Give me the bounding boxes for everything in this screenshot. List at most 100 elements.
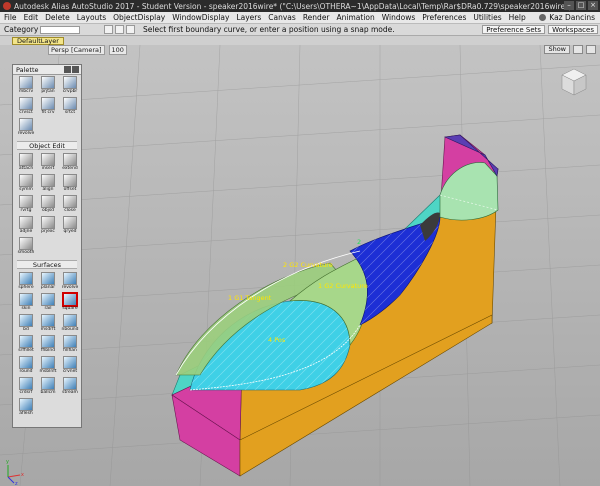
tool-crvpbr[interactable]: crvpbr [60,76,80,96]
pick-object-icon[interactable] [104,25,113,34]
category-label: Category [4,25,39,34]
menu-objectdisplay[interactable]: ObjectDisplay [113,13,165,22]
tool-prjexc[interactable]: prjexc [38,216,58,236]
menu-render[interactable]: Render [303,13,330,22]
tool-skin[interactable]: skin [16,293,36,313]
edit-icon [41,216,55,229]
tool-extend[interactable]: extend [60,153,80,173]
layer-tab-default[interactable]: DefaultLayer [12,36,64,45]
menu-layouts[interactable]: Layouts [77,13,106,22]
tool-attach[interactable]: attach [16,153,36,173]
menu-windows[interactable]: Windows [382,13,415,22]
menu-edit[interactable]: Edit [24,13,39,22]
tool-adjne[interactable]: adjne [16,216,36,236]
tool-sphere[interactable]: sphere [16,272,36,292]
preference-sets-button[interactable]: Preference Sets [482,25,546,34]
tool-objsd[interactable]: objsd [38,195,58,215]
edit-icon [41,195,55,208]
edit-icon [63,216,77,229]
menu-animation[interactable]: Animation [337,13,375,22]
annotation-g1-tangent: 1 G1 Tangent [228,294,272,302]
menu-preferences[interactable]: Preferences [422,13,466,22]
curve-icon [41,76,55,89]
menu-file[interactable]: File [4,13,17,22]
surface-icon [41,356,55,369]
menu-utilities[interactable]: Utilities [473,13,501,22]
palette-surfaces-grid: sphere planar revolve skin rail square b… [13,271,81,419]
tool-fillflan[interactable]: fillflan [60,335,80,355]
tool-qryed[interactable]: qryed [60,216,80,236]
tool-crvsct[interactable]: crvsct [16,97,36,117]
tool-bd[interactable]: bd [16,314,36,334]
layer-bar: DefaultLayer [0,36,600,45]
tool-fflblnd[interactable]: fflblnd [38,335,58,355]
tool-fitcrv[interactable]: fit crv [38,97,58,117]
menu-windowdisplay[interactable]: WindowDisplay [172,13,229,22]
pick-component-icon[interactable] [115,25,124,34]
curve-icon [63,97,77,110]
command-prompt: Select first boundary curve, or enter a … [143,25,395,34]
tool-insert[interactable]: insert [38,153,58,173]
viewport-close-icon[interactable] [586,45,596,54]
tool-prjtan[interactable]: prjtan [38,76,58,96]
tool-offset[interactable]: offset [60,174,80,194]
tool-bar: Category Select first boundary curve, or… [0,24,600,36]
tool-crvnet[interactable]: crvnet [60,356,80,376]
viewport-canvas[interactable]: 2 G2 Curvature 1 G2 Curvature 1 G1 Tange… [0,45,600,486]
menu-delete[interactable]: Delete [45,13,70,22]
show-button[interactable]: Show [544,45,570,54]
tool-msdrft[interactable]: msdrft [38,314,58,334]
tool-crdsrf[interactable]: crdsrf [16,377,36,397]
tool-square[interactable]: square [60,293,80,313]
tool-srtct[interactable]: srtct [60,97,80,117]
tool-aflesh[interactable]: aflesh [16,398,36,418]
palette-title-bar[interactable]: Palette [13,65,81,75]
tool-symm[interactable]: symm [16,174,36,194]
maximize-button[interactable]: □ [576,1,586,10]
tool-srffillet[interactable]: srffillet [16,335,36,355]
title-bar: Autodesk Alias AutoStudio 2017 - Student… [0,0,600,12]
curve-icon [63,76,77,89]
tool-smooth[interactable]: smooth [16,237,36,257]
workspaces-button[interactable]: Workspaces [548,25,598,34]
surface-icon [19,272,33,285]
palette-title: Palette [16,66,39,74]
close-button[interactable]: × [588,1,598,10]
tool-round[interactable]: round [16,356,36,376]
tool-revolve-curve[interactable]: revolve [16,118,36,138]
edit-icon [19,237,33,250]
palette-dock-icon[interactable] [64,66,71,73]
tool-close[interactable]: close [60,195,80,215]
menu-help[interactable]: Help [509,13,526,22]
tool-align[interactable]: align [38,174,58,194]
category-dropdown[interactable] [40,25,81,34]
surface-icon [19,335,33,348]
tool-nbound[interactable]: nbound [60,314,80,334]
section-object-edit[interactable]: Object Edit [17,141,77,150]
tool-ballcm[interactable]: ballcm [38,377,58,397]
tool-rvrtg[interactable]: rvrtg [16,195,36,215]
tool-revolve-surface[interactable]: revolve [60,272,80,292]
category-selector[interactable]: Category [4,25,104,34]
tool-mbcrv[interactable]: mbcrv [16,76,36,96]
tool-stream[interactable]: stream [60,377,80,397]
surface-icon [19,398,33,411]
minimize-button[interactable]: – [564,1,574,10]
edit-icon [63,195,77,208]
tool-msblnft[interactable]: msblnft [38,356,58,376]
camera-label[interactable]: Persp [Camera] [48,45,105,55]
user-account[interactable]: Kaz Dancins [539,13,595,22]
section-surfaces[interactable]: Surfaces [17,260,77,269]
menu-layers[interactable]: Layers [236,13,261,22]
zoom-label[interactable]: 100 [108,45,127,55]
viewport-maximize-icon[interactable] [573,45,583,54]
tool-planar[interactable]: planar [38,272,58,292]
viewport-header: Persp [Camera] 100 [48,45,127,55]
viewport-controls: Show [544,45,596,54]
perspective-viewport[interactable]: 2 G2 Curvature 1 G2 Curvature 1 G1 Tange… [0,45,600,486]
palette-close-icon[interactable] [72,66,79,73]
tool-rail[interactable]: rail [38,293,58,313]
menu-canvas[interactable]: Canvas [268,13,296,22]
transform-icon[interactable] [126,25,135,34]
surface-icon [19,377,33,390]
